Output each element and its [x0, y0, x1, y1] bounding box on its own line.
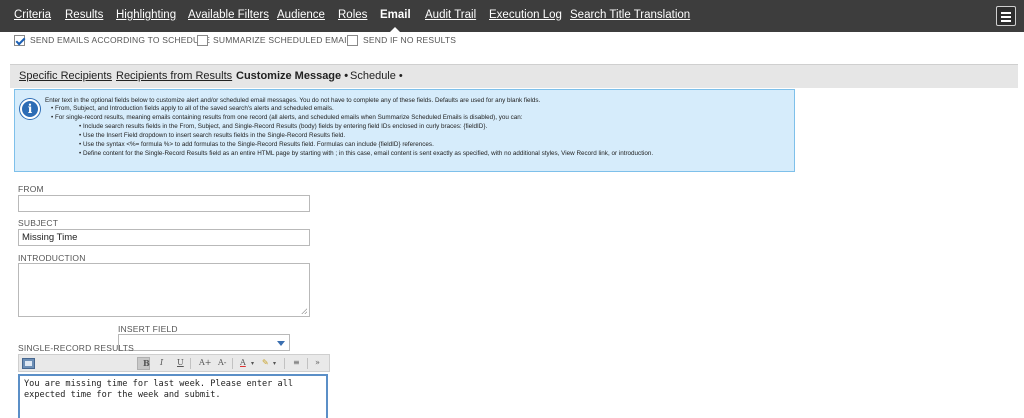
tab-execution-log[interactable]: Execution Log: [489, 9, 562, 21]
tab-highlighting[interactable]: Highlighting: [116, 9, 176, 21]
editor-toolbar: B I U A+ A- A ▾ ✎ ▾ ≡ »: [18, 354, 330, 372]
insert-field-dropdown[interactable]: [118, 334, 290, 351]
tab-email[interactable]: Email: [380, 9, 411, 32]
from-input[interactable]: [18, 195, 310, 212]
send-emails-label: SEND EMAILS ACCORDING TO SCHEDULE: [30, 35, 211, 45]
shrink-font-button[interactable]: A-: [218, 358, 226, 367]
more-button[interactable]: »: [315, 358, 320, 367]
single-record-results-editor[interactable]: You are missing time for last week. Plea…: [18, 374, 328, 418]
subtab-specific-recipients[interactable]: Specific Recipients: [19, 70, 112, 82]
info-line-3: • For single-record results, meaning ema…: [51, 114, 523, 121]
toolbar-separator: [307, 358, 308, 369]
info-line-5: • Use the Insert Field dropdown to inser…: [79, 132, 346, 139]
highlight-color-icon[interactable]: ✎: [262, 358, 269, 367]
info-line-2: • From, Subject, and Introduction fields…: [51, 105, 334, 112]
tab-criteria[interactable]: Criteria: [14, 9, 51, 21]
info-icon: i: [20, 99, 40, 119]
send-if-no-results-option[interactable]: SEND IF NO RESULTS: [347, 33, 456, 47]
info-line-4: • Include search results fields in the F…: [79, 123, 488, 130]
tab-available-filters[interactable]: Available Filters: [188, 9, 269, 21]
subtab-schedule[interactable]: Schedule •: [350, 70, 403, 82]
tab-results[interactable]: Results: [65, 9, 103, 21]
info-line-6: • Use the syntax <%= formula %> to add f…: [79, 141, 434, 148]
send-if-no-results-checkbox[interactable]: [347, 34, 358, 46]
subject-label: SUBJECT: [18, 218, 59, 228]
subject-input[interactable]: Missing Time: [18, 229, 310, 246]
info-box: i Enter text in the optional fields belo…: [14, 89, 795, 172]
underline-button[interactable]: U: [177, 358, 184, 367]
send-if-no-results-label: SEND IF NO RESULTS: [363, 35, 457, 45]
summarize-label: SUMMARIZE SCHEDULED EMAILS: [213, 35, 358, 45]
subtab-customize-message[interactable]: Customize Message •: [236, 70, 348, 82]
single-record-results-label: SINGLE-RECORD RESULTS: [18, 343, 134, 353]
italic-button[interactable]: I: [160, 358, 163, 367]
toolbar-separator: [284, 358, 285, 369]
introduction-label: INTRODUCTION: [18, 253, 86, 263]
bold-button[interactable]: B: [143, 358, 150, 368]
hamburger-menu-icon[interactable]: [996, 6, 1016, 26]
tab-search-title-translation[interactable]: Search Title Translation: [570, 9, 690, 21]
introduction-textarea[interactable]: [18, 263, 310, 317]
summarize-checkbox[interactable]: [197, 34, 208, 46]
chevron-down-icon[interactable]: [277, 341, 285, 346]
highlight-dropdown-icon[interactable]: ▾: [273, 360, 276, 367]
text-color-dropdown-icon[interactable]: ▾: [251, 360, 254, 367]
resize-grip-icon[interactable]: [301, 308, 307, 314]
insert-field-label: INSERT FIELD: [118, 324, 178, 334]
from-label: FROM: [18, 184, 44, 194]
grow-font-button[interactable]: A+: [199, 358, 211, 367]
toolbar-separator: [232, 358, 233, 369]
email-subtabs: Specific Recipients Recipients from Resu…: [10, 64, 1018, 88]
info-line-1: Enter text in the optional fields below …: [45, 97, 541, 104]
toolbar-separator: [190, 358, 191, 369]
top-nav-bar: Criteria Results Highlighting Available …: [0, 0, 1024, 32]
text-color-button[interactable]: A: [240, 358, 246, 367]
info-line-7: • Define content for the Single-Record R…: [79, 150, 654, 157]
source-view-icon[interactable]: [22, 358, 35, 369]
tab-audit-trail[interactable]: Audit Trail: [425, 9, 476, 21]
send-emails-checkbox[interactable]: [14, 34, 25, 46]
tab-audience[interactable]: Audience: [277, 9, 325, 21]
summarize-option[interactable]: SUMMARIZE SCHEDULED EMAILS: [197, 33, 358, 47]
send-emails-option[interactable]: SEND EMAILS ACCORDING TO SCHEDULE: [14, 33, 210, 47]
tab-roles[interactable]: Roles: [338, 9, 367, 21]
align-icon[interactable]: ≡: [293, 358, 300, 367]
subtab-recipients-from-results[interactable]: Recipients from Results: [116, 70, 232, 82]
